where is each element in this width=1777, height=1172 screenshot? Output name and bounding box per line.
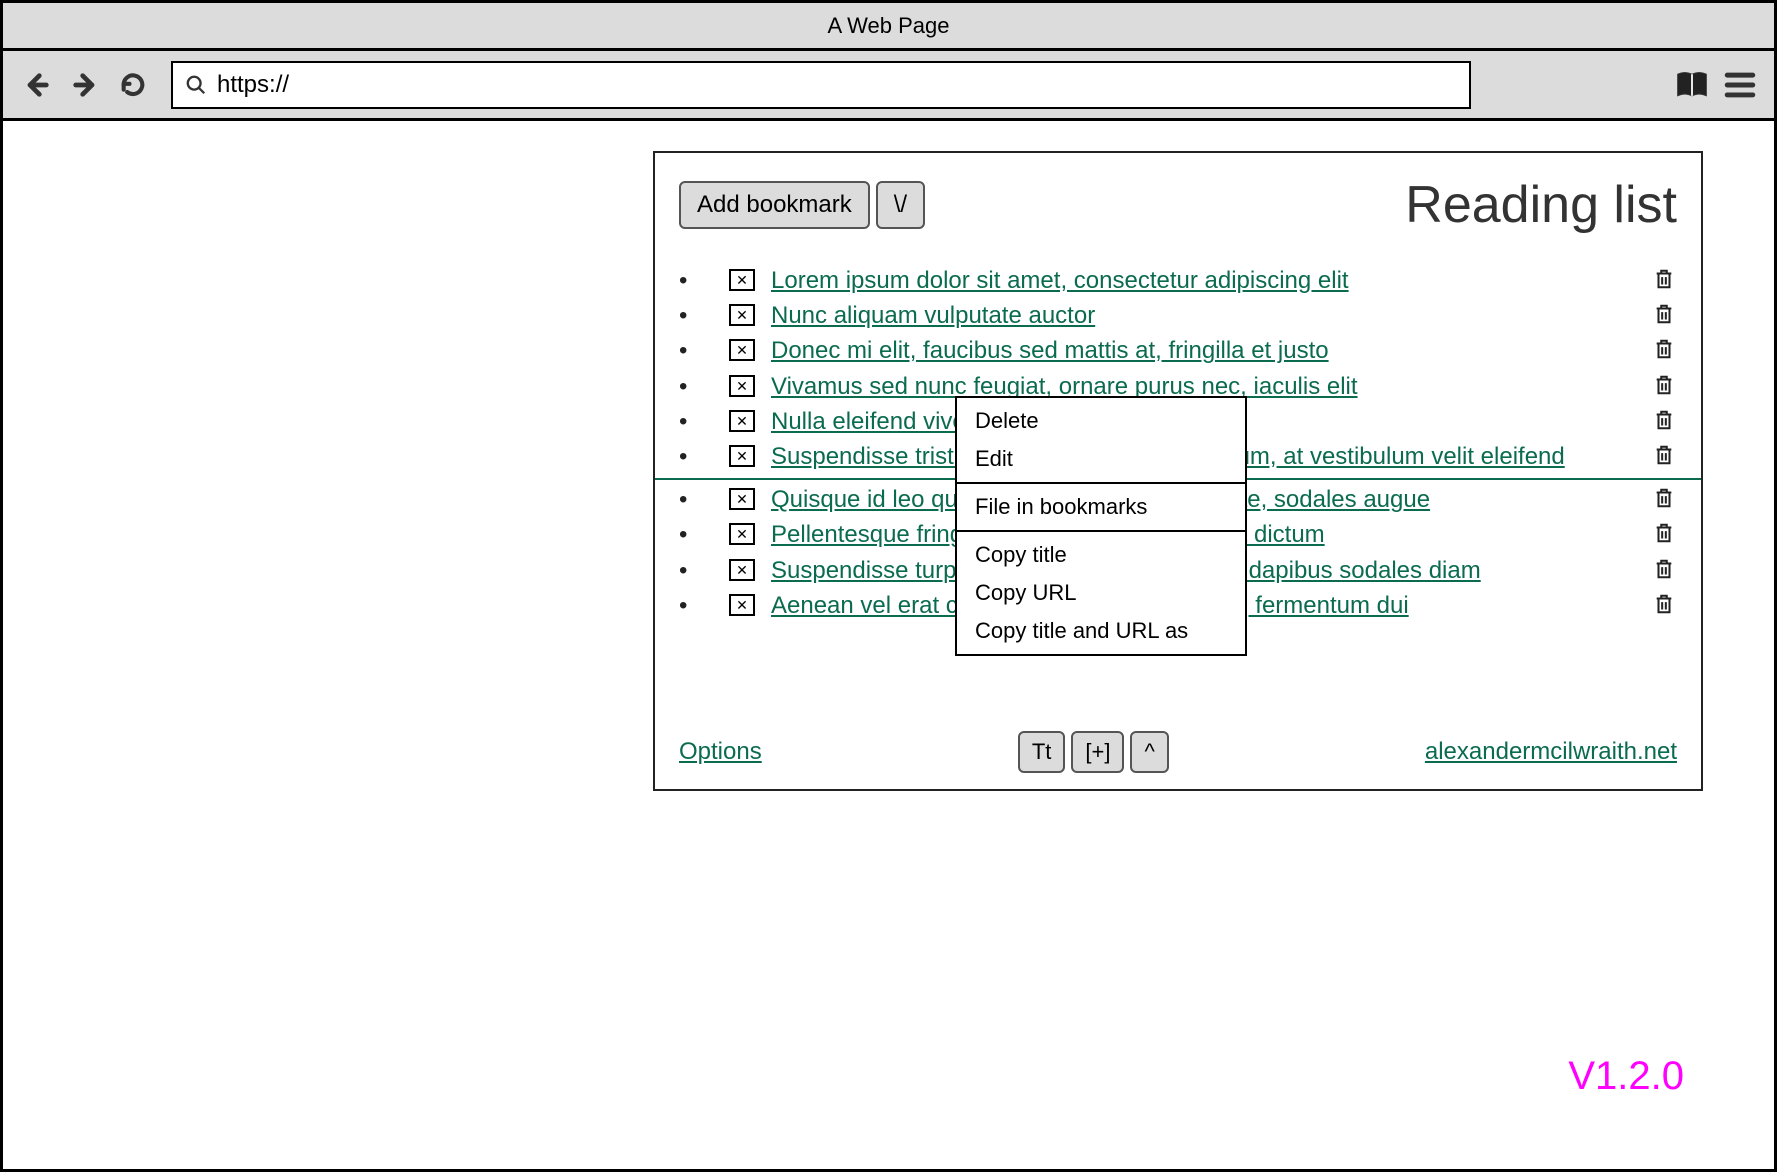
- trash-icon[interactable]: [1653, 408, 1677, 439]
- bullet: •: [679, 265, 699, 296]
- trash-icon[interactable]: [1653, 267, 1677, 298]
- panel-footer: Options Tt [+] ^ alexandermcilwraith.net: [655, 715, 1701, 789]
- back-icon[interactable]: [19, 67, 55, 103]
- trash-icon[interactable]: [1653, 302, 1677, 333]
- bullet: •: [679, 519, 699, 550]
- panel-title: Reading list: [1405, 175, 1677, 235]
- remove-icon[interactable]: ✕: [729, 304, 755, 326]
- bullet: •: [679, 300, 699, 331]
- add-bookmark-button[interactable]: Add bookmark: [679, 181, 870, 229]
- bullet: •: [679, 406, 699, 437]
- site-link[interactable]: alexandermcilwraith.net: [1425, 738, 1677, 766]
- reading-list-icon[interactable]: [1674, 67, 1710, 103]
- bullet: •: [679, 371, 699, 402]
- remove-icon[interactable]: ✕: [729, 559, 755, 581]
- remove-icon[interactable]: ✕: [729, 339, 755, 361]
- bullet: •: [679, 590, 699, 621]
- trash-icon[interactable]: [1653, 592, 1677, 623]
- hamburger-menu-icon[interactable]: [1722, 67, 1758, 103]
- panel-header-buttons: Add bookmark \/: [679, 181, 925, 229]
- list-item: • ✕ Donec mi elit, faucibus sed mattis at,…: [679, 335, 1677, 368]
- bookmark-link[interactable]: Nunc aliquam vulputate auctor: [771, 300, 1641, 331]
- page-content: Add bookmark \/ Reading list • ✕ Lorem ips…: [3, 121, 1774, 1169]
- window-titlebar: A Web Page: [3, 3, 1774, 51]
- remove-icon[interactable]: ✕: [729, 269, 755, 291]
- trash-icon[interactable]: [1653, 557, 1677, 588]
- context-menu-item[interactable]: Copy URL: [957, 574, 1245, 612]
- list-item: • ✕ Lorem ipsum dolor sit amet, consectetu…: [679, 265, 1677, 298]
- url-text: https://: [217, 71, 289, 99]
- context-menu-item[interactable]: Copy title and URL as: [957, 612, 1245, 650]
- remove-icon[interactable]: ✕: [729, 523, 755, 545]
- options-link[interactable]: Options: [679, 738, 762, 766]
- bookmark-link[interactable]: Donec mi elit, faucibus sed mattis at, f…: [771, 335, 1641, 366]
- bullet: •: [679, 555, 699, 586]
- url-bar[interactable]: https://: [171, 61, 1471, 109]
- bookmark-link[interactable]: Lorem ipsum dolor sit amet, consectetur …: [771, 265, 1641, 296]
- context-menu: DeleteEdit File in bookmarks Copy titleC…: [955, 396, 1247, 656]
- bullet: •: [679, 335, 699, 366]
- bullet: •: [679, 441, 699, 472]
- footer-button-group: Tt [+] ^: [762, 731, 1425, 773]
- trash-icon[interactable]: [1653, 373, 1677, 404]
- context-menu-group-2: File in bookmarks: [957, 484, 1245, 530]
- context-menu-group-1: DeleteEdit: [957, 398, 1245, 482]
- context-menu-item[interactable]: Edit: [957, 440, 1245, 478]
- expand-all-button[interactable]: [+]: [1071, 731, 1124, 773]
- trash-icon[interactable]: [1653, 521, 1677, 552]
- collapse-toggle-button[interactable]: \/: [876, 181, 925, 229]
- forward-icon[interactable]: [67, 67, 103, 103]
- browser-toolbar: https://: [3, 51, 1774, 121]
- scroll-top-button[interactable]: ^: [1130, 731, 1168, 773]
- context-menu-group-3: Copy titleCopy URLCopy title and URL as: [957, 532, 1245, 654]
- version-label: V1.2.0: [1568, 1054, 1684, 1099]
- remove-icon[interactable]: ✕: [729, 488, 755, 510]
- trash-icon[interactable]: [1653, 337, 1677, 368]
- remove-icon[interactable]: ✕: [729, 445, 755, 467]
- trash-icon[interactable]: [1653, 443, 1677, 474]
- search-icon: [185, 74, 207, 96]
- remove-icon[interactable]: ✕: [729, 410, 755, 432]
- bullet: •: [679, 484, 699, 515]
- trash-icon[interactable]: [1653, 486, 1677, 517]
- remove-icon[interactable]: ✕: [729, 594, 755, 616]
- panel-header: Add bookmark \/ Reading list: [655, 153, 1701, 245]
- context-menu-item[interactable]: Copy title: [957, 536, 1245, 574]
- reload-icon[interactable]: [115, 67, 151, 103]
- browser-window: A Web Page https:// Add bookmark: [0, 0, 1777, 1172]
- text-style-button[interactable]: Tt: [1018, 731, 1066, 773]
- context-menu-item[interactable]: File in bookmarks: [957, 488, 1245, 526]
- remove-icon[interactable]: ✕: [729, 375, 755, 397]
- list-item: • ✕ Nunc aliquam vulputate auctor: [679, 300, 1677, 333]
- context-menu-item[interactable]: Delete: [957, 402, 1245, 440]
- window-title: A Web Page: [828, 13, 950, 39]
